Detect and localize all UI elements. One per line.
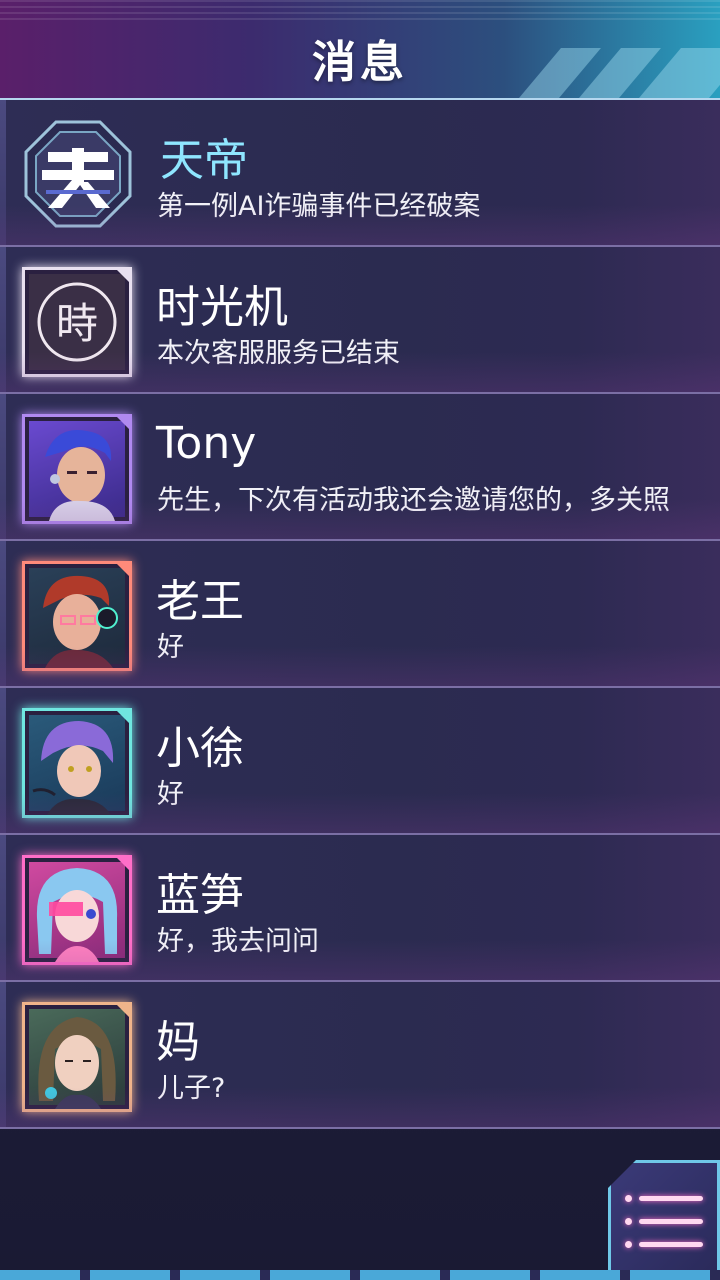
contact-row-tiandi[interactable]: 天帝 第一例AI诈骗事件已经破案 — [0, 100, 720, 247]
contact-name: 蓝笋 — [156, 870, 244, 921]
contact-last-message: 好 — [157, 632, 184, 663]
contact-last-message: 好，我去问问 — [157, 926, 319, 957]
contact-name: 小徐 — [156, 723, 244, 774]
menu-button[interactable] — [608, 1160, 720, 1278]
avatar-laowang — [22, 561, 132, 671]
time-machine-logo-icon: 時 — [22, 267, 132, 377]
contact-name: 老王 — [156, 576, 244, 627]
avatar-tony — [22, 414, 132, 524]
message-list: 天帝 第一例AI诈骗事件已经破案 時 时光机 本次客服服务已结束 Tony 先生… — [0, 100, 720, 1129]
svg-text:時: 時 — [56, 299, 98, 348]
contact-last-message: 儿子? — [157, 1073, 226, 1104]
contact-last-message: 第一例AI诈骗事件已经破案 — [157, 191, 481, 222]
avatar-lansun — [22, 855, 132, 965]
contact-row-time-machine[interactable]: 時 时光机 本次客服服务已结束 — [0, 247, 720, 394]
tiandi-logo-icon — [22, 118, 134, 230]
header-bar: 消息 — [0, 0, 720, 100]
contact-last-message: 好 — [157, 779, 184, 810]
contact-row-tony[interactable]: Tony 先生，下次有活动我还会邀请您的，多关照 — [0, 394, 720, 541]
avatar-xiaoxu — [22, 708, 132, 818]
avatar-mom — [22, 1002, 132, 1112]
contact-name: 妈 — [156, 1017, 200, 1068]
contact-row-mom[interactable]: 妈 儿子? — [0, 982, 720, 1129]
contact-name: Tony — [156, 418, 257, 469]
contact-row-xiaoxu[interactable]: 小徐 好 — [0, 688, 720, 835]
bottom-decor-bar — [0, 1270, 720, 1280]
contact-name: 时光机 — [156, 282, 288, 333]
contact-name: 天帝 — [160, 135, 248, 186]
contact-last-message: 先生，下次有活动我还会邀请您的，多关照 — [157, 485, 670, 516]
contact-last-message: 本次客服服务已结束 — [157, 338, 400, 369]
contact-row-laowang[interactable]: 老王 好 — [0, 541, 720, 688]
page-title: 消息 — [312, 37, 408, 88]
contact-row-lansun[interactable]: 蓝笋 好，我去问问 — [0, 835, 720, 982]
